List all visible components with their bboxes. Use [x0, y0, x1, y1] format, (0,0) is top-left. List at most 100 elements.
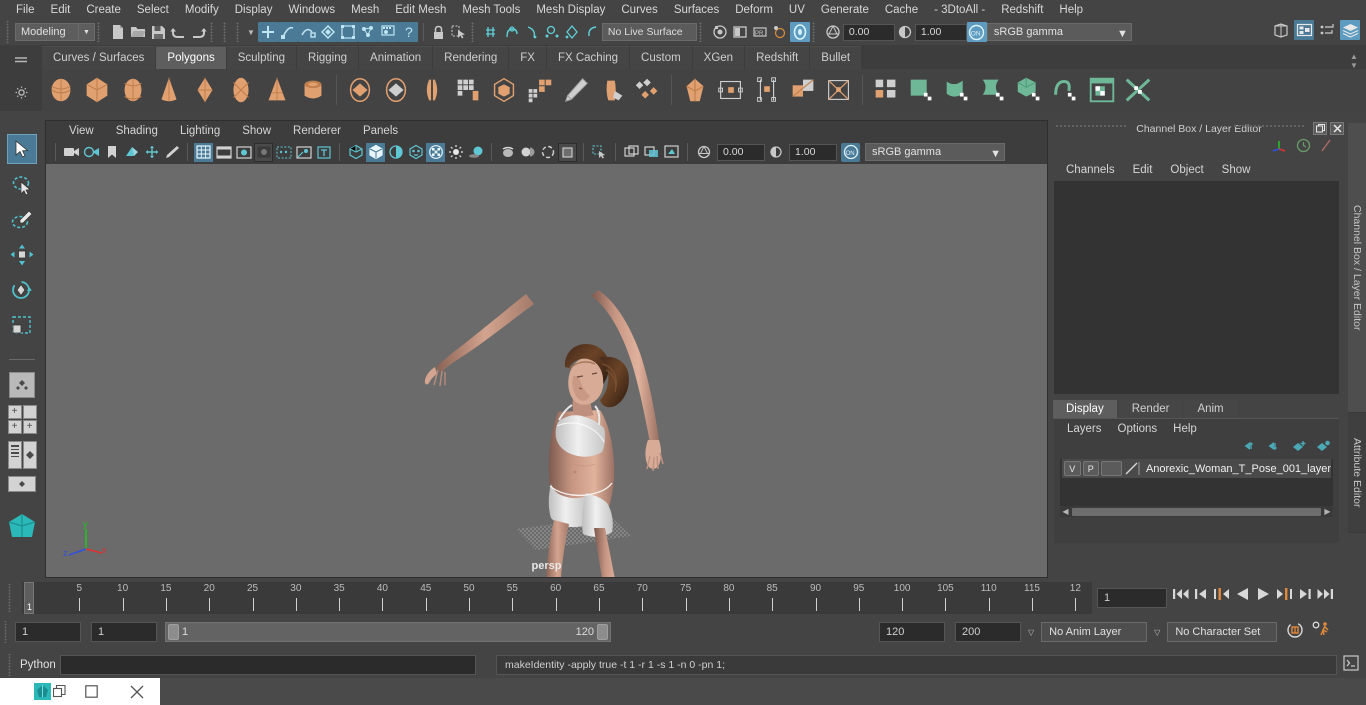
select-by-component-icon[interactable]	[298, 22, 318, 42]
viewport-menu-view[interactable]: View	[58, 125, 105, 137]
shelf-tab-curves-surfaces[interactable]: Curves / Surfaces	[42, 46, 155, 69]
time-slider-grip[interactable]	[7, 584, 14, 612]
poly-uv-cylinder-icon[interactable]	[941, 73, 975, 107]
xray-icon[interactable]	[274, 143, 293, 162]
layer-tab-anim[interactable]: Anim	[1184, 400, 1236, 418]
channel-box-body[interactable]	[1054, 181, 1339, 394]
channel-menu-edit[interactable]: Edit	[1124, 164, 1162, 176]
layer-name-label[interactable]: Anorexic_Woman_T_Pose_001_layer	[1142, 463, 1331, 475]
selection-mask-icon[interactable]	[449, 22, 469, 42]
viewport-color-space-selector[interactable]: sRGB gamma ▼	[865, 143, 1005, 161]
isolate-select-icon[interactable]	[558, 143, 577, 162]
range-start-field[interactable]: 1	[91, 622, 157, 642]
rotate-tool-icon[interactable]	[7, 276, 37, 304]
character-set-dropdown-icon[interactable]: ▽	[1154, 628, 1160, 637]
range-start-handle[interactable]	[168, 624, 179, 640]
camera-attributes-icon[interactable]	[82, 143, 101, 162]
poly-extrude-icon[interactable]	[487, 73, 521, 107]
viewport-color-management-icon[interactable]: ON	[841, 143, 860, 162]
selection-mask-dropdown-icon[interactable]: ▼	[247, 28, 255, 37]
shelf-tab-custom[interactable]: Custom	[630, 46, 692, 69]
play-forwards-icon[interactable]	[1255, 586, 1272, 607]
show-hide-editors-icon[interactable]	[1271, 20, 1291, 40]
animation-start-field[interactable]: 1	[15, 622, 81, 642]
move-layer-down-icon[interactable]	[1268, 439, 1283, 457]
shelf-settings-gear-icon[interactable]	[15, 86, 28, 104]
render-view-icon[interactable]	[790, 22, 810, 42]
menu-item-mesh-display[interactable]: Mesh Display	[528, 1, 613, 19]
poly-cube-icon[interactable]	[80, 73, 114, 107]
film-gate-icon[interactable]	[214, 143, 233, 162]
menu-item-uv[interactable]: UV	[781, 1, 813, 19]
step-forward-frame-icon[interactable]	[1276, 586, 1293, 607]
go-to-end-icon[interactable]	[1316, 586, 1334, 607]
poly-plane-icon[interactable]	[224, 73, 258, 107]
layer-color-swatch-icon[interactable]	[1124, 461, 1140, 476]
shelf-tab-animation[interactable]: Animation	[359, 46, 432, 69]
shelf-menu-icon[interactable]	[14, 53, 28, 71]
restore-window-icon[interactable]	[53, 685, 66, 698]
command-echo-field[interactable]: makeIdentity -apply true -t 1 -r 1 -s 1 …	[496, 655, 1337, 675]
camera-select-icon[interactable]	[62, 143, 81, 162]
time-slider-track[interactable]: 1 51015202530354045505560657075808590951…	[22, 582, 1092, 614]
range-slider-bar[interactable]: 1 120	[165, 622, 611, 642]
panel-layout-icon[interactable]	[642, 143, 661, 162]
step-back-frame-icon[interactable]	[1213, 586, 1230, 607]
undo-icon[interactable]	[168, 22, 188, 42]
layer-visibility-toggle[interactable]: V	[1064, 461, 1081, 476]
viewport-exposure-field[interactable]: 0.00	[717, 144, 765, 161]
menu-set-selector[interactable]: Modeling ▼	[15, 23, 95, 41]
exposure-vp-icon[interactable]	[694, 143, 713, 162]
channel-menu-channels[interactable]: Channels	[1057, 164, 1124, 176]
layer-list-hscrollbar[interactable]: ◀ ▶	[1060, 506, 1333, 517]
dock-tab-attribute-editor[interactable]: Attribute Editor	[1348, 413, 1366, 533]
new-layer-from-selected-icon[interactable]	[1316, 439, 1331, 457]
smooth-shade-icon[interactable]	[366, 143, 385, 162]
menu-item-redshift[interactable]: Redshift	[993, 1, 1051, 19]
menu-item-mesh-tools[interactable]: Mesh Tools	[454, 1, 528, 19]
shelf-tab-polygons[interactable]: Polygons	[156, 46, 225, 69]
range-slider-grip[interactable]	[3, 621, 10, 643]
range-end-handle[interactable]	[597, 624, 608, 640]
exposure-icon[interactable]	[823, 22, 843, 42]
image-plane-icon[interactable]	[122, 143, 141, 162]
poly-reduce-icon[interactable]	[523, 73, 557, 107]
render-current-frame-icon[interactable]	[710, 22, 730, 42]
attribute-editor-toggle-icon[interactable]	[1294, 20, 1314, 40]
poly-cylinder-icon[interactable]	[116, 73, 150, 107]
new-layer-icon[interactable]	[1292, 439, 1307, 457]
hypershade-icon[interactable]	[770, 22, 790, 42]
poly-uv-layout-icon[interactable]	[1121, 73, 1155, 107]
select-by-hierarchy-icon[interactable]	[258, 22, 278, 42]
snap-to-grid-icon[interactable]	[318, 22, 338, 42]
layer-menu-layers[interactable]: Layers	[1059, 423, 1110, 435]
menu-item-mesh[interactable]: Mesh	[343, 1, 387, 19]
poly-bevel-icon[interactable]	[678, 73, 712, 107]
poly-sphere-icon[interactable]	[44, 73, 78, 107]
poly-crease-icon[interactable]	[786, 73, 820, 107]
new-scene-icon[interactable]	[108, 22, 128, 42]
range-end-field[interactable]: 120	[879, 622, 945, 642]
menu-item-file[interactable]: File	[8, 1, 43, 19]
open-scene-icon[interactable]	[128, 22, 148, 42]
shelf-tab-fx[interactable]: FX	[509, 46, 546, 69]
hypershade-persp-layout-icon[interactable]	[8, 476, 36, 492]
viewport-menu-panels[interactable]: Panels	[352, 125, 409, 137]
play-backwards-icon[interactable]	[1234, 586, 1251, 607]
select-tool-icon[interactable]	[7, 134, 37, 164]
menu-item-create[interactable]: Create	[78, 1, 129, 19]
poly-uv-unfold-icon[interactable]	[1049, 73, 1083, 107]
snap-projected-center-icon[interactable]	[542, 22, 562, 42]
grease-pencil-icon[interactable]	[162, 143, 181, 162]
poly-sculpt-icon[interactable]	[822, 73, 856, 107]
poly-target-weld-icon[interactable]	[595, 73, 629, 107]
wireframe-shade-icon[interactable]	[346, 143, 365, 162]
gamma-vp-icon[interactable]	[766, 143, 785, 162]
command-line-grip[interactable]	[7, 654, 14, 676]
poly-cone-icon[interactable]	[152, 73, 186, 107]
gamma-field[interactable]: 1.00	[915, 24, 967, 41]
gate-mask-icon[interactable]	[254, 143, 273, 162]
screen-space-ao-icon[interactable]	[466, 143, 485, 162]
layer-scroll-thumb[interactable]	[1072, 508, 1321, 516]
viewport-3d[interactable]: y x z persp	[46, 164, 1047, 577]
